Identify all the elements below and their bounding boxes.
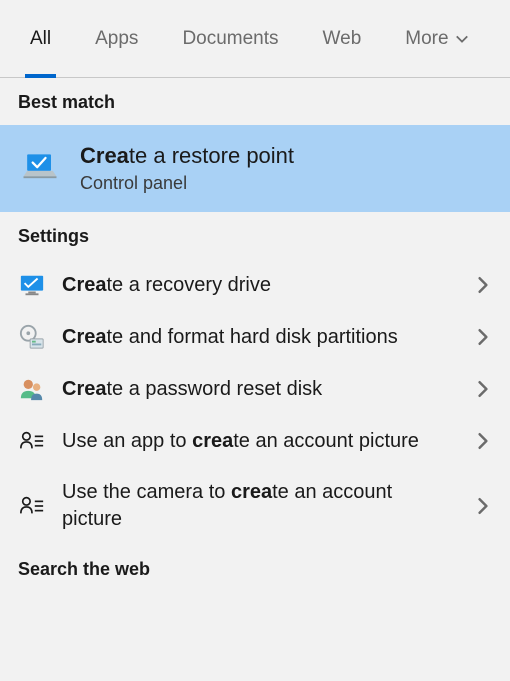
chevron-right-icon	[474, 276, 492, 294]
chevron-right-icon	[474, 380, 492, 398]
result-password-reset[interactable]: Create a password reset disk	[0, 363, 510, 415]
result-recovery-drive[interactable]: Create a recovery drive	[0, 259, 510, 311]
settings-results: Create a recovery drive Create and forma…	[0, 259, 510, 545]
tab-documents[interactable]: Documents	[160, 0, 300, 77]
account-list-icon	[18, 427, 46, 455]
section-header-search-web: Search the web	[0, 545, 510, 592]
result-app-account-picture[interactable]: Use an app to create an account picture	[0, 415, 510, 467]
disk-partition-icon	[18, 323, 46, 351]
section-header-settings: Settings	[0, 212, 510, 259]
account-list-icon	[18, 492, 46, 520]
users-icon	[18, 375, 46, 403]
tab-more-label: More	[405, 28, 448, 50]
result-title: Use the camera to create an account pict…	[62, 479, 458, 533]
tab-web[interactable]: Web	[301, 0, 384, 77]
section-header-best-match: Best match	[0, 78, 510, 125]
monitor-icon	[18, 271, 46, 299]
chevron-right-icon	[474, 432, 492, 450]
chevron-right-icon	[474, 497, 492, 515]
result-title: Create and format hard disk partitions	[62, 324, 458, 351]
best-match-result[interactable]: Create a restore point Control panel	[0, 125, 510, 212]
best-match-text: Create a restore point Control panel	[80, 143, 294, 194]
best-match-subtitle: Control panel	[80, 173, 294, 194]
tab-all[interactable]: All	[8, 0, 73, 77]
chevron-down-icon	[455, 32, 469, 46]
chevron-right-icon	[474, 328, 492, 346]
result-title: Create a recovery drive	[62, 272, 458, 299]
result-format-disk[interactable]: Create and format hard disk partitions	[0, 311, 510, 363]
tab-apps[interactable]: Apps	[73, 0, 160, 77]
laptop-check-icon	[18, 147, 62, 191]
best-match-title: Create a restore point	[80, 143, 294, 169]
tab-more[interactable]: More	[383, 0, 490, 77]
result-title: Create a password reset disk	[62, 376, 458, 403]
result-camera-account-picture[interactable]: Use the camera to create an account pict…	[0, 467, 510, 545]
result-title: Use an app to create an account picture	[62, 428, 458, 455]
filter-tabs: All Apps Documents Web More	[0, 0, 510, 78]
